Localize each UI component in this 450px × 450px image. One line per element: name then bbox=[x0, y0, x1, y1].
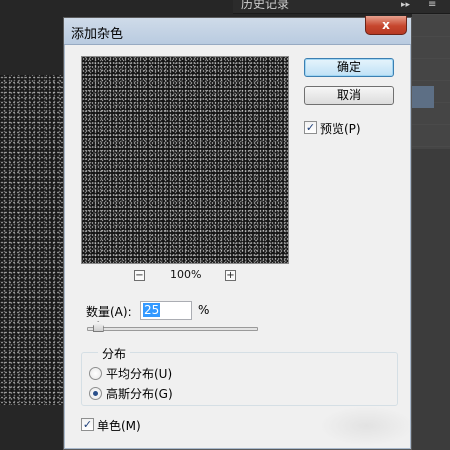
amount-unit: % bbox=[198, 303, 210, 317]
dialog-titlebar[interactable]: 添加杂色 x bbox=[64, 16, 411, 45]
workspace: 历史记录 ▸▸ ≡ 添加杂色 x − 100% + 确定 取消 ✓ 预览(P) … bbox=[0, 0, 450, 450]
monochromatic-label: 单色(M) bbox=[97, 419, 141, 433]
history-tab[interactable]: 历史记录 bbox=[237, 0, 293, 12]
watermark bbox=[319, 406, 414, 446]
uniform-radio[interactable] bbox=[89, 367, 102, 380]
cancel-button[interactable]: 取消 bbox=[304, 86, 394, 105]
ok-button[interactable]: 确定 bbox=[304, 58, 394, 77]
panel-menu-icon[interactable]: ≡ bbox=[428, 0, 436, 10]
preview-checkbox[interactable]: ✓ bbox=[304, 121, 317, 134]
monochromatic-checkbox[interactable]: ✓ bbox=[81, 418, 94, 431]
add-noise-dialog: 添加杂色 x − 100% + 确定 取消 ✓ 预览(P) 数量(A): 25 … bbox=[63, 16, 414, 450]
amount-input[interactable]: 25 bbox=[140, 301, 192, 320]
amount-slider-thumb[interactable] bbox=[92, 321, 104, 332]
zoom-in-button[interactable]: + bbox=[225, 270, 236, 281]
zoom-level: 100% bbox=[170, 268, 202, 281]
amount-slider-track[interactable] bbox=[87, 327, 258, 331]
double-arrow-right-icon[interactable]: ▸▸ bbox=[401, 0, 410, 10]
amount-label: 数量(A): bbox=[86, 305, 132, 319]
distribution-legend: 分布 bbox=[98, 345, 131, 362]
dialog-title: 添加杂色 bbox=[71, 27, 124, 42]
noise-preview[interactable] bbox=[81, 56, 289, 264]
amount-value: 25 bbox=[143, 303, 161, 317]
uniform-radio-label: 平均分布(U) bbox=[106, 367, 173, 381]
document-canvas bbox=[0, 75, 70, 405]
history-item-selected[interactable] bbox=[412, 86, 434, 108]
preview-checkbox-label: 预览(P) bbox=[320, 122, 361, 136]
history-list[interactable] bbox=[412, 14, 450, 149]
gaussian-radio[interactable] bbox=[89, 387, 102, 400]
close-button[interactable]: x bbox=[365, 16, 407, 35]
gaussian-radio-label: 高斯分布(G) bbox=[106, 387, 173, 401]
zoom-out-button[interactable]: − bbox=[134, 270, 145, 281]
